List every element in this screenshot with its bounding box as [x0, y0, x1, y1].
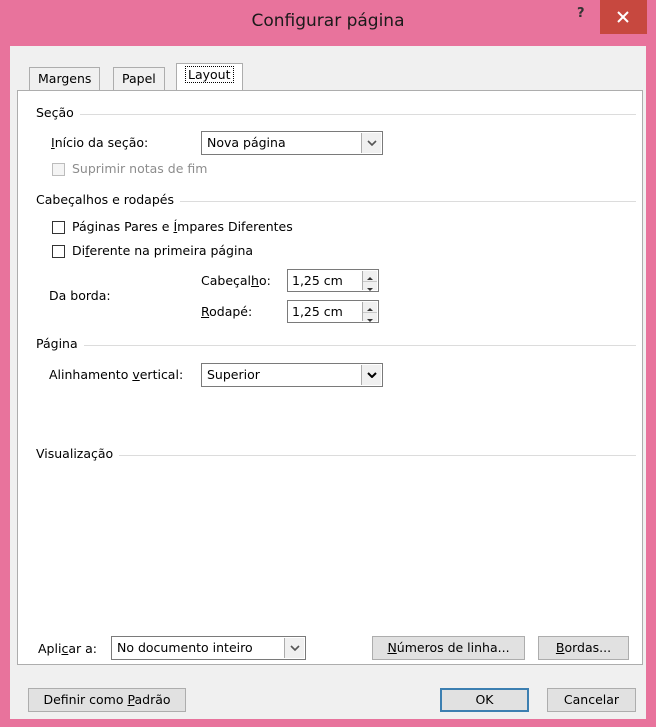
tab-layout[interactable]: Layout	[176, 63, 243, 90]
dialog-window: Configurar página ? Margens Papel Layout…	[0, 0, 656, 727]
visualizacao-group-header: Visualização	[36, 446, 642, 462]
pagina-group-header: Página	[36, 336, 642, 352]
chevron-down-icon	[367, 372, 377, 378]
divider	[36, 455, 636, 456]
cabecalho-value: 1,25 cm	[292, 273, 343, 288]
close-icon	[617, 11, 629, 23]
dropdown-arrow-button[interactable]	[361, 133, 381, 153]
aplicar-a-label: Aplicar a:	[38, 641, 97, 656]
aplicar-a-value: No documento inteiro	[117, 640, 253, 655]
tab-margens[interactable]: Margens	[29, 67, 101, 90]
inicio-secao-value: Nova página	[207, 135, 286, 150]
inicio-secao-label: Início da seção:	[51, 135, 149, 150]
visualizacao-label: Visualização	[36, 446, 120, 461]
spinner-buttons	[362, 302, 377, 322]
rodape-value: 1,25 cm	[292, 304, 343, 319]
rodape-spinner[interactable]: 1,25 cm	[287, 300, 379, 323]
divider	[36, 114, 636, 115]
paginas-pares-impares-checkbox[interactable]	[52, 221, 65, 234]
primeira-pagina-checkbox[interactable]	[52, 245, 65, 258]
layout-tab-panel: Seção Início da seção: Nova página Supri…	[17, 90, 643, 665]
window-title: Configurar página	[251, 11, 405, 31]
title-bar[interactable]: Configurar página ?	[0, 0, 656, 46]
secao-label: Seção	[36, 105, 80, 120]
alinhamento-vertical-value: Superior	[207, 367, 260, 382]
spin-down-button[interactable]	[363, 312, 377, 322]
tab-papel[interactable]: Papel	[113, 67, 165, 90]
cabecalho-spinner[interactable]: 1,25 cm	[287, 269, 379, 292]
chevron-down-icon	[367, 140, 377, 146]
cabecalho-label: Cabeçalho:	[201, 273, 271, 288]
suprimir-notas-label: Suprimir notas de fim	[72, 161, 208, 176]
cabecalhos-group-header: Cabeçalhos e rodapés	[36, 192, 642, 208]
da-borda-label: Da borda:	[49, 288, 111, 303]
bordas-button[interactable]: Bordas...	[538, 636, 629, 660]
definir-como-padrao-button[interactable]: Definir como Padrão	[28, 688, 186, 712]
numeros-de-linha-button[interactable]: Números de linha...	[372, 636, 525, 660]
dropdown-arrow-button[interactable]	[361, 365, 381, 385]
paginas-pares-impares-label: Páginas Pares e Ímpares Diferentes	[72, 219, 293, 234]
section-group-header: Seção	[36, 105, 642, 121]
pagina-label: Página	[36, 336, 84, 351]
arrow-down-icon	[367, 288, 373, 291]
spin-up-button[interactable]	[363, 302, 377, 311]
aplicar-a-dropdown[interactable]: No documento inteiro	[111, 636, 306, 660]
alinhamento-vertical-label: Alinhamento vertical:	[49, 367, 184, 382]
spin-up-button[interactable]	[363, 271, 377, 280]
primeira-pagina-label: Diferente na primeira página	[72, 243, 254, 258]
ok-button[interactable]: OK	[440, 688, 529, 712]
cabecalhos-label: Cabeçalhos e rodapés	[36, 192, 180, 207]
arrow-down-icon	[367, 319, 373, 322]
dropdown-arrow-button[interactable]	[284, 638, 304, 658]
alinhamento-vertical-dropdown[interactable]: Superior	[201, 363, 383, 387]
suprimir-notas-checkbox[interactable]	[52, 163, 65, 176]
rodape-label: Rodapé:	[201, 304, 253, 319]
spinner-buttons	[362, 271, 377, 291]
spin-down-button[interactable]	[363, 281, 377, 291]
help-button[interactable]: ?	[577, 6, 591, 24]
tab-layout-label: Layout	[185, 66, 234, 83]
divider	[36, 345, 636, 346]
close-button[interactable]	[600, 0, 647, 34]
cancel-button[interactable]: Cancelar	[547, 688, 636, 712]
chevron-down-icon	[290, 645, 300, 651]
inicio-secao-dropdown[interactable]: Nova página	[201, 131, 383, 155]
